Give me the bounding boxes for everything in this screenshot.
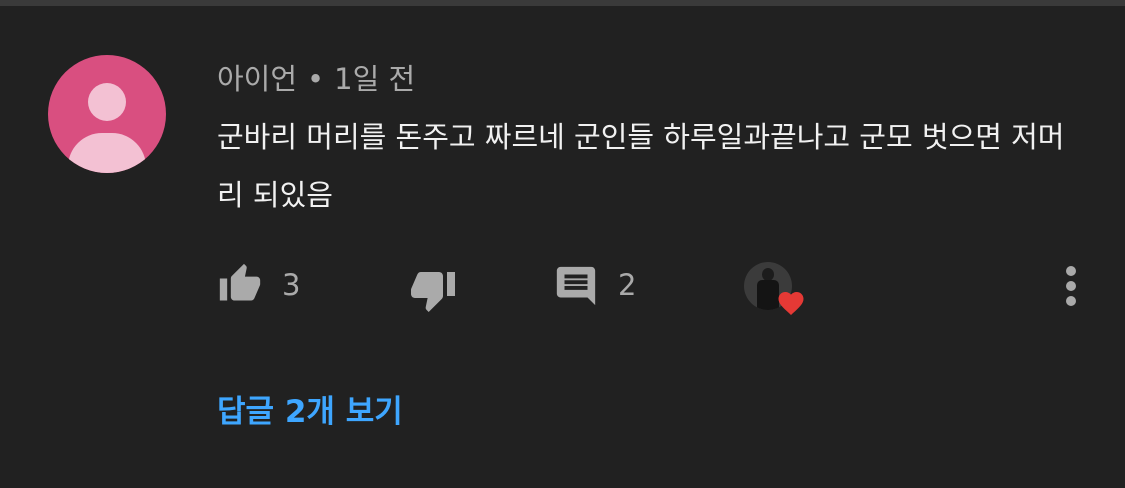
more-dot-icon [1066,296,1076,306]
comment-action-bar: 3 2 [0,260,1125,312]
comment-thread: 아이언 • 1일 전 군바리 머리를 돈주고 짜르네 군인들 하루일과끝나고 군모 … [0,0,1125,488]
dislike-button[interactable] [407,264,459,316]
comment-text: 군바리 머리를 돈주고 짜르네 군인들 하루일과끝나고 군모 벗으면 저머리 되… [217,120,1065,212]
thumbs-up-icon [219,263,261,301]
more-dot-icon [1066,281,1076,291]
heart-icon [778,292,804,315]
like-count: 3 [282,268,301,302]
author-name[interactable]: 아이언 [217,62,297,96]
reply-button[interactable] [552,262,600,310]
more-options-button[interactable] [1058,262,1084,310]
separator-dot: • [307,62,325,96]
avatar-head-shape [88,83,126,121]
reply-count: 2 [618,268,637,302]
comment-icon [556,266,596,306]
like-button[interactable] [214,260,266,308]
comment-header: 아이언 • 1일 전 [217,56,415,98]
author-avatar[interactable] [48,55,166,173]
view-replies-link[interactable]: 답글 2개 보기 [217,386,403,431]
avatar-body-shape [68,133,146,173]
comment-timestamp[interactable]: 1일 전 [334,62,415,96]
more-dot-icon [1066,266,1076,276]
thumbs-down-icon [411,272,455,312]
creator-heart-badge [744,262,806,318]
